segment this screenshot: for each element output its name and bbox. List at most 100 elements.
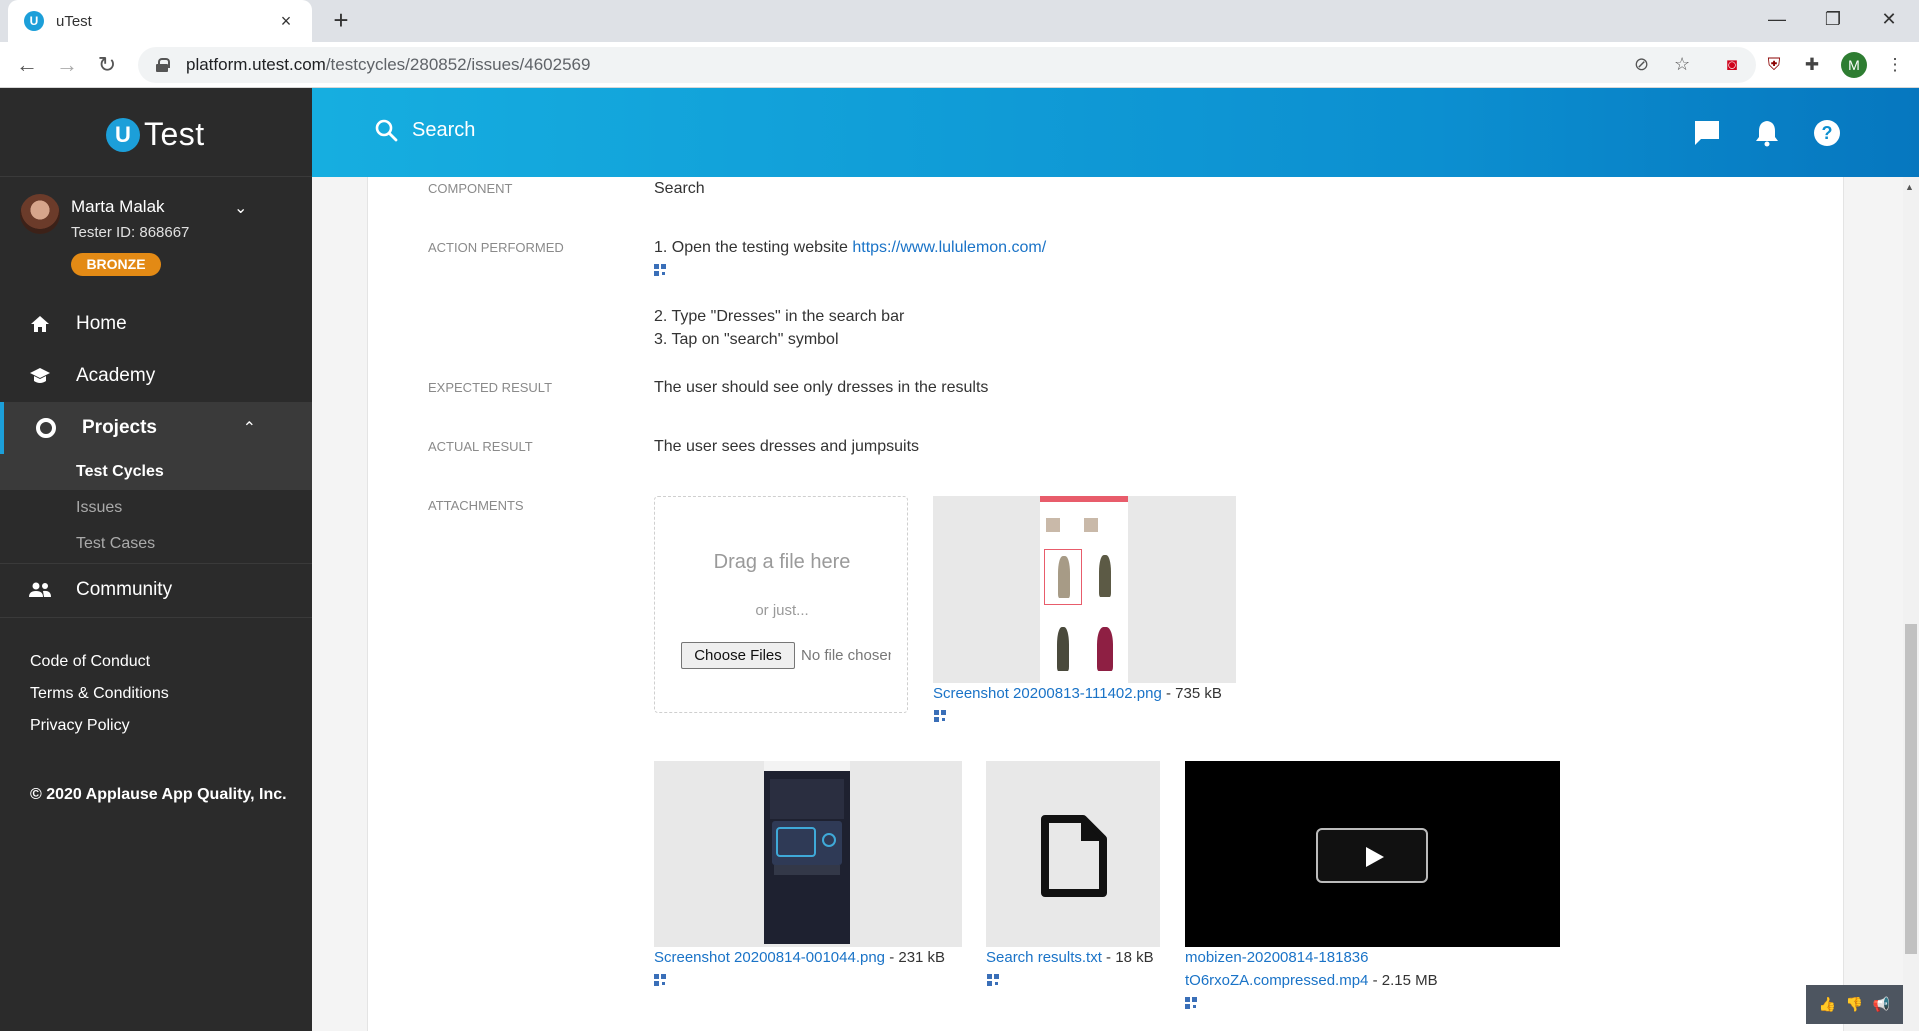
reload-icon[interactable]: ↻ — [92, 50, 122, 80]
no-file-chosen-text: No file chosen — [801, 647, 891, 664]
utest-favicon-icon: U — [24, 11, 44, 31]
thumbs-up-icon[interactable]: 👍 — [1819, 996, 1836, 1013]
actual-result-value: The user sees dresses and jumpsuits — [654, 438, 920, 455]
action-performed-label: ACTION PERFORMED — [428, 240, 564, 255]
people-icon — [28, 578, 52, 602]
sidebar-item-community[interactable]: Community — [0, 564, 312, 616]
restore-window-button[interactable]: ❐ — [1808, 4, 1858, 34]
attachment-caption-3: Search results.txt - 18 kB — [986, 949, 1154, 966]
privacy-policy-link[interactable]: Privacy Policy — [30, 717, 130, 735]
tab-title: uTest — [56, 12, 92, 30]
projects-icon — [34, 416, 58, 440]
video-player[interactable] — [1185, 761, 1560, 947]
sidebar-subitem-test-cases[interactable]: Test Cases — [0, 526, 312, 562]
scrollbar-thumb[interactable] — [1905, 624, 1917, 954]
attachment-link-4-continued[interactable]: tO6rxoZA.compressed.mp4 — [1185, 972, 1368, 989]
bell-icon[interactable] — [1752, 118, 1782, 148]
scroll-up-arrow-icon[interactable]: ▲ — [1905, 182, 1914, 192]
home-icon — [28, 312, 52, 336]
logo-text: Test — [144, 116, 205, 152]
sidebar-item-label: Academy — [76, 365, 156, 386]
testing-website-link[interactable]: https://www.lululemon.com/ — [852, 239, 1046, 256]
extensions-puzzle-icon[interactable]: ✚ — [1799, 52, 1825, 78]
url-field[interactable]: platform.utest.com/testcycles/280852/iss… — [138, 47, 1756, 83]
action-step-2: 2. Type "Dresses" in the search bar — [654, 308, 905, 325]
svg-text:?: ? — [1822, 123, 1833, 143]
browser-tab-bar: U uTest × + — ❐ ✕ — [0, 0, 1919, 42]
attachment-caption-2: Screenshot 20200814-001044.png - 231 kB — [654, 949, 945, 966]
copyright-text: © 2020 Applause App Quality, Inc. — [30, 786, 287, 803]
status-badge: BRONZE — [71, 253, 161, 276]
browser-menu-icon[interactable]: ⋮ — [1882, 52, 1908, 78]
address-bar: ← → ↻ platform.utest.com/testcycles/2808… — [0, 42, 1919, 88]
attachment-size-3: - 18 kB — [1101, 949, 1154, 966]
chevron-down-icon[interactable]: ⌄ — [234, 198, 247, 218]
help-icon[interactable]: ? — [1812, 118, 1842, 148]
attachment-caption-4-line2: tO6rxoZA.compressed.mp4 - 2.15 MB — [1185, 972, 1438, 989]
ublock-extension-icon[interactable]: ⛨ — [1761, 52, 1787, 78]
pocket-extension-icon[interactable]: ◙ — [1719, 52, 1745, 78]
terms-conditions-link[interactable]: Terms & Conditions — [30, 685, 169, 703]
file-dropzone[interactable]: Drag a file here or just... Choose Files… — [654, 496, 908, 713]
qr-code-icon[interactable] — [934, 710, 946, 722]
phone-screenshot-image — [764, 761, 850, 944]
close-tab-icon[interactable]: × — [274, 11, 298, 32]
sidebar-item-projects[interactable]: Projects ⌃ — [0, 402, 312, 454]
browser-tab[interactable]: U uTest × — [8, 0, 312, 42]
actual-result-label: ACTUAL RESULT — [428, 439, 533, 454]
component-label: COMPONENT — [428, 181, 513, 196]
attachment-thumbnail-2[interactable] — [654, 761, 962, 947]
profile-avatar[interactable]: M — [1841, 52, 1867, 78]
sidebar-divider — [0, 176, 312, 177]
utest-logo[interactable]: U Test — [106, 116, 205, 153]
attachment-size-1: - 735 kB — [1161, 685, 1222, 702]
close-window-button[interactable]: ✕ — [1864, 4, 1914, 34]
attachment-caption-4: mobizen-20200814-181836 — [1185, 949, 1368, 966]
forward-arrow-icon[interactable]: → — [52, 50, 82, 80]
url-path: /testcycles/280852/issues/4602569 — [325, 55, 591, 74]
attachment-caption-1: Screenshot 20200813-111402.png - 735 kB — [933, 685, 1222, 702]
thumbs-down-icon[interactable]: 👎 — [1846, 996, 1863, 1013]
expected-result-value: The user should see only dresses in the … — [654, 379, 989, 396]
file-icon — [1041, 815, 1107, 897]
search-icon — [375, 119, 398, 142]
attachment-link-2[interactable]: Screenshot 20200814-001044.png — [654, 949, 885, 966]
component-value: Search — [654, 180, 705, 197]
url-host: platform.utest.com — [186, 55, 326, 74]
qr-code-icon[interactable] — [654, 264, 666, 276]
user-avatar[interactable] — [20, 194, 60, 234]
new-tab-button[interactable]: + — [326, 6, 356, 36]
header-search[interactable]: Search — [374, 118, 475, 142]
code-of-conduct-link[interactable]: Code of Conduct — [30, 653, 150, 671]
sidebar-item-home[interactable]: Home — [0, 298, 312, 350]
attachment-link-4[interactable]: mobizen-20200814-181836 — [1185, 949, 1368, 966]
graduation-cap-icon — [28, 364, 52, 388]
attachment-link-3[interactable]: Search results.txt — [986, 949, 1102, 966]
qr-code-icon[interactable] — [1185, 997, 1197, 1009]
sidebar-subitem-test-cycles[interactable]: Test Cycles — [0, 454, 312, 490]
megaphone-icon[interactable]: 📢 — [1873, 996, 1890, 1013]
action-step-1: 1. Open the testing website https://www.… — [654, 239, 1046, 257]
qr-code-icon[interactable] — [654, 974, 666, 986]
feedback-widget[interactable]: 👍 👎 📢 — [1806, 985, 1903, 1024]
action-step-3: 3. Tap on "search" symbol — [654, 331, 839, 348]
logo-u-mark: U — [106, 117, 140, 152]
sidebar-item-academy[interactable]: Academy — [0, 350, 312, 402]
chat-icon[interactable] — [1692, 118, 1722, 148]
translate-icon[interactable]: ⊘ — [1634, 54, 1649, 75]
play-icon[interactable] — [1316, 828, 1428, 883]
expected-result-label: EXPECTED RESULT — [428, 380, 553, 395]
bookmark-star-icon[interactable]: ☆ — [1674, 54, 1690, 75]
back-arrow-icon[interactable]: ← — [12, 50, 42, 80]
qr-code-icon[interactable] — [987, 974, 999, 986]
phone-screenshot-image — [1040, 496, 1128, 683]
action-step-1-text: 1. Open the testing website — [654, 239, 853, 256]
attachment-thumbnail-1[interactable] — [933, 496, 1236, 683]
minimize-window-button[interactable]: — — [1752, 4, 1802, 34]
choose-files-button[interactable]: Choose Files — [681, 642, 795, 669]
attachment-link-1[interactable]: Screenshot 20200813-111402.png — [933, 685, 1162, 702]
chevron-up-icon[interactable]: ⌃ — [243, 418, 256, 438]
attachments-label: ATTACHMENTS — [428, 498, 524, 513]
sidebar-subitem-issues[interactable]: Issues — [0, 490, 312, 526]
attachment-thumbnail-3[interactable] — [986, 761, 1160, 947]
